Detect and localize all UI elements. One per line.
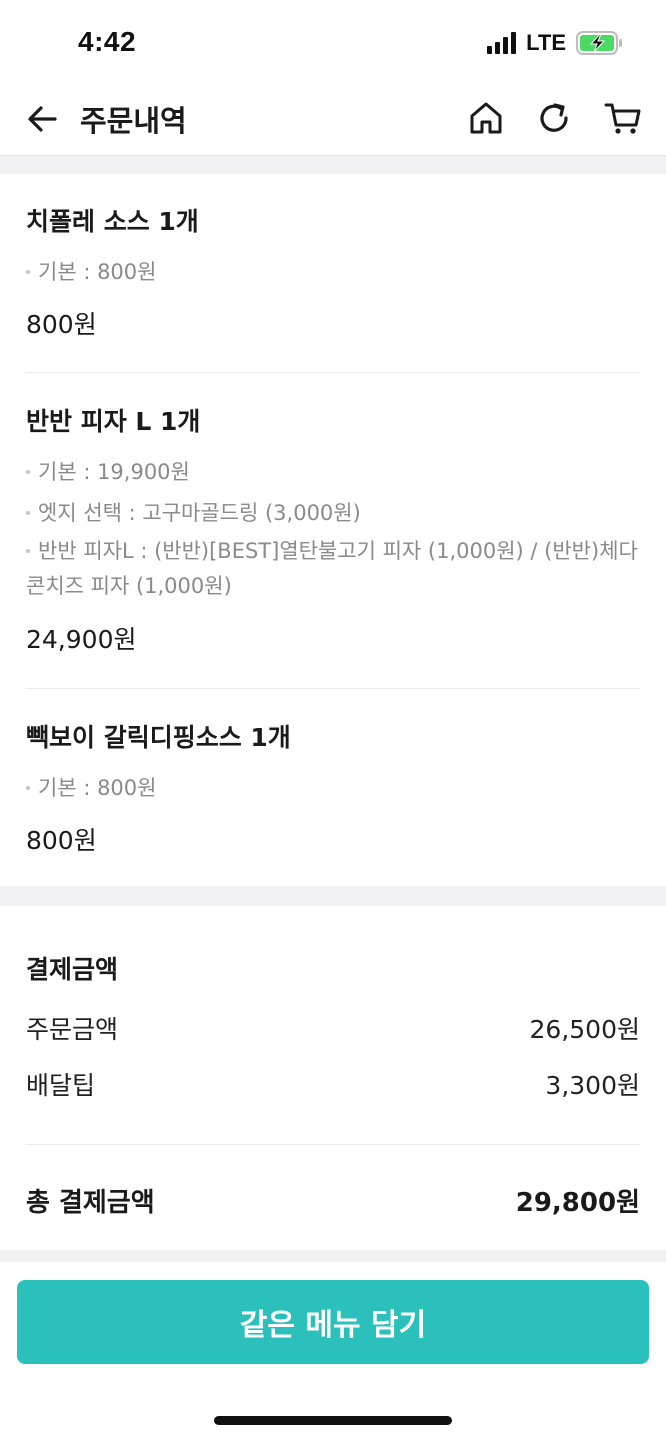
- item-name: 빽보이 갈릭디핑소스 1개: [26, 723, 291, 752]
- payment-divider: [26, 1144, 640, 1145]
- cart-icon[interactable]: [602, 98, 644, 138]
- bottom-action-area: 같은 메뉴 담기: [0, 1262, 666, 1440]
- order-item: 빽보이 갈릭디핑소스 1개 기본 : 800원 800원: [26, 718, 640, 857]
- payment-summary-card: 결제금액 주문금액 26,500원 배달팁 3,300원 총 결제금액 29,8…: [0, 906, 666, 1250]
- item-divider: [26, 372, 640, 373]
- item-price: 800원: [26, 826, 97, 855]
- item-price: 24,900원: [26, 625, 137, 654]
- home-icon[interactable]: [466, 98, 506, 138]
- app-header: 주문내역: [0, 88, 666, 156]
- item-divider: [26, 688, 640, 689]
- status-indicators: LTE: [487, 30, 622, 56]
- item-option: 기본 : 19,900원: [26, 454, 640, 491]
- item-name: 치폴레 소스 1개: [26, 207, 199, 236]
- order-item: 치폴레 소스 1개 기본 : 800원 800원: [26, 202, 640, 341]
- order-item: 반반 피자 L 1개 기본 : 19,900원 엣지 선택 : 고구마골드링 (…: [26, 402, 640, 656]
- order-items-card: 치폴레 소스 1개 기본 : 800원 800원 반반 피자 L 1개 기본 :…: [0, 174, 666, 886]
- item-name: 반반 피자 L 1개: [26, 407, 201, 436]
- item-price: 800원: [26, 310, 97, 339]
- status-bar: 4:42 LTE: [0, 0, 666, 88]
- reorder-button[interactable]: 같은 메뉴 담기: [17, 1280, 649, 1364]
- delivery-tip-value: 3,300원: [545, 1071, 640, 1100]
- delivery-tip-label: 배달팁: [26, 1071, 96, 1100]
- total-value: 29,800원: [515, 1188, 640, 1218]
- back-arrow-icon[interactable]: [24, 100, 62, 138]
- status-time: 4:42: [78, 26, 137, 57]
- battery-charging-icon: [576, 31, 622, 55]
- order-amount-row: 주문금액 26,500원: [26, 1010, 640, 1046]
- order-amount-value: 26,500원: [529, 1015, 640, 1044]
- item-option: 기본 : 800원: [26, 770, 640, 807]
- order-amount-label: 주문금액: [26, 1015, 119, 1044]
- total-label: 총 결제금액: [26, 1188, 155, 1218]
- home-indicator: [214, 1416, 452, 1425]
- item-option: 엣지 선택 : 고구마골드링 (3,000원): [26, 495, 640, 532]
- page-title: 주문내역: [80, 104, 187, 138]
- signal-bars-icon: [487, 32, 517, 54]
- item-option: 기본 : 800원: [26, 254, 640, 291]
- delivery-tip-row: 배달팁 3,300원: [26, 1066, 640, 1102]
- refresh-icon[interactable]: [534, 98, 574, 138]
- network-type: LTE: [526, 30, 566, 55]
- payment-title: 결제금액: [26, 955, 119, 984]
- total-row: 총 결제금액 29,800원: [26, 1182, 640, 1219]
- item-option: 반반 피자L : (반반)[BEST]열탄불고기 피자 (1,000원) / (…: [26, 534, 640, 604]
